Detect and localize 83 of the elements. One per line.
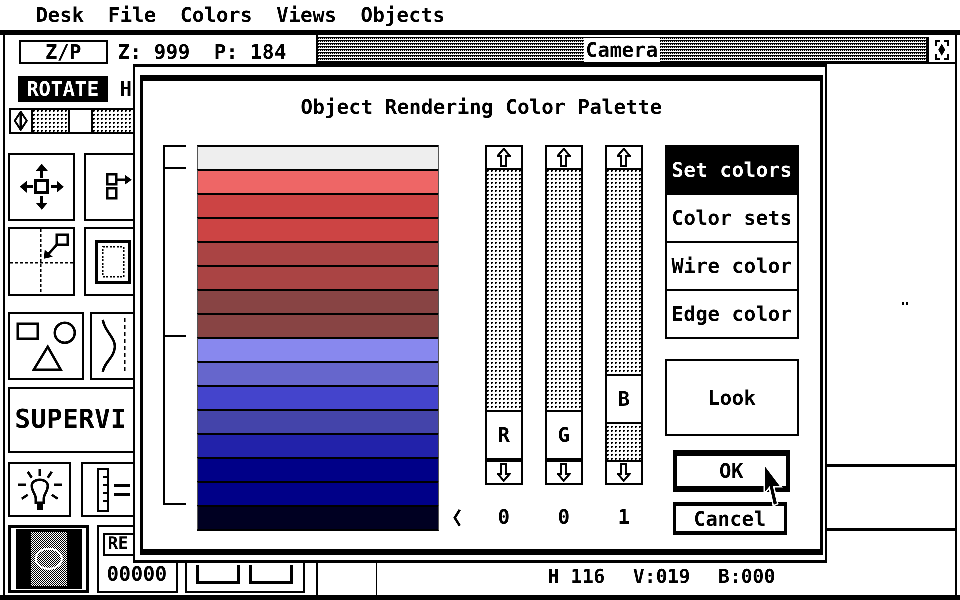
channel-value: 1 <box>618 505 630 530</box>
mode-button[interactable]: Set colors <box>665 145 799 195</box>
color-swatch[interactable] <box>197 481 439 505</box>
scroll-up-button[interactable] <box>487 147 521 170</box>
channel-value: 0 <box>558 505 570 530</box>
tool-button[interactable] <box>90 312 136 380</box>
shapes-icon <box>15 320 77 372</box>
film-strip-icon <box>16 529 82 589</box>
window-title: Camera <box>584 38 660 62</box>
tool-button[interactable] <box>8 153 75 221</box>
scroll-down-button[interactable] <box>487 460 521 483</box>
scroll-down-button[interactable] <box>607 460 641 483</box>
bracketed-diamond-icon <box>935 40 949 60</box>
frame-icon <box>95 240 131 284</box>
slider-arrow-button[interactable] <box>9 108 33 134</box>
frame-counter: 00000 <box>107 562 168 586</box>
dialog-button[interactable]: OK <box>673 450 790 492</box>
rotate-button[interactable]: ROTATE <box>18 76 108 102</box>
up-arrow-icon <box>557 148 571 167</box>
two-boxes-icon <box>195 565 295 585</box>
color-swatch[interactable] <box>197 289 439 313</box>
color-swatch[interactable] <box>197 361 439 385</box>
status-reading: V:019 <box>633 566 690 588</box>
point-marker-icon <box>902 302 908 305</box>
color-swatch[interactable] <box>197 265 439 289</box>
channel-value: 0 <box>498 505 510 530</box>
color-swatch[interactable] <box>197 433 439 457</box>
crosshair-arrow-icon <box>10 229 73 294</box>
menu-item[interactable]: Views <box>276 2 337 28</box>
color-swatch[interactable] <box>197 241 439 265</box>
tool-button[interactable] <box>8 312 84 380</box>
diamond-icon <box>14 111 28 131</box>
down-arrow-icon <box>617 463 631 482</box>
menu-item[interactable]: Colors <box>180 2 253 28</box>
zp-button[interactable]: Z/P <box>19 40 108 64</box>
mode-button[interactable]: Color sets <box>665 193 799 243</box>
color-swatch[interactable] <box>197 145 439 169</box>
scroll-up-button[interactable] <box>547 147 581 170</box>
slider-thumb[interactable]: R <box>487 410 521 460</box>
color-swatch[interactable] <box>197 505 439 531</box>
status-reading: H 116 <box>548 566 606 588</box>
bracket-icon <box>163 337 186 505</box>
mode-button[interactable]: Wire color <box>665 241 799 291</box>
color-swatch[interactable] <box>197 313 439 337</box>
down-arrow-icon <box>497 463 511 482</box>
selection-marker-icon <box>453 509 461 527</box>
color-swatch[interactable] <box>197 337 439 361</box>
dialog-title: Object Rendering Color Palette <box>300 94 662 121</box>
perspective-reading: P: 184 <box>214 40 286 64</box>
color-swatch[interactable] <box>197 193 439 217</box>
menu-item[interactable]: Desk <box>36 2 84 28</box>
tool-button[interactable] <box>84 227 136 296</box>
superview-button[interactable]: SUPERVI <box>8 387 136 453</box>
scroll-up-button[interactable] <box>607 147 641 170</box>
option-label: H <box>120 76 132 102</box>
tool-button[interactable] <box>84 153 136 221</box>
light-bulb-icon <box>16 468 62 512</box>
dialog-button[interactable]: Cancel <box>673 502 787 535</box>
ruler-icon <box>97 468 131 512</box>
down-arrow-icon <box>557 463 571 482</box>
tool-button[interactable] <box>8 462 71 517</box>
color-swatch[interactable] <box>197 169 439 193</box>
zoom-reading: Z: 999 <box>118 40 190 64</box>
color-swatch[interactable] <box>197 457 439 481</box>
tool-button[interactable] <box>8 227 75 296</box>
tool-button[interactable] <box>8 525 89 593</box>
up-arrow-icon <box>617 148 631 167</box>
slider-thumb[interactable]: B <box>607 374 641 424</box>
tool-button[interactable] <box>81 462 136 517</box>
color-swatch[interactable] <box>197 409 439 433</box>
menu-item[interactable]: Objects <box>360 2 446 28</box>
scroll-down-button[interactable] <box>547 460 581 483</box>
up-arrow-icon <box>497 148 511 167</box>
record-button[interactable]: RE <box>103 533 136 556</box>
mode-button[interactable]: Edge color <box>665 289 799 339</box>
menu-item[interactable]: File <box>108 2 156 28</box>
status-reading: B:000 <box>718 566 776 588</box>
slider-thumb[interactable]: G <box>547 410 581 460</box>
color-swatch[interactable] <box>197 217 439 241</box>
dialog-button[interactable]: Look <box>665 359 799 436</box>
slider-thumb[interactable] <box>68 110 94 132</box>
color-swatch[interactable] <box>197 385 439 409</box>
move-arrows-icon <box>20 163 64 211</box>
